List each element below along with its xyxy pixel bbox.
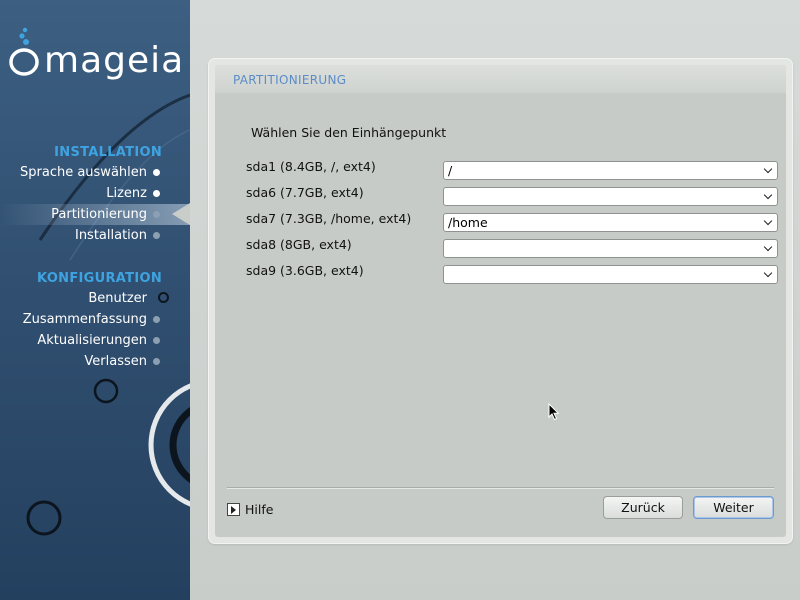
divider: [227, 487, 774, 488]
sidebar-item-installation[interactable]: Installation: [0, 225, 190, 246]
mount-point-select[interactable]: [443, 239, 778, 258]
status-dot-icon: [153, 337, 160, 344]
chevron-down-icon: [763, 190, 773, 200]
next-button[interactable]: Weiter: [693, 496, 774, 519]
page-title: PARTITIONIERUNG: [233, 73, 347, 87]
section-title-konfiguration: KONFIGURATION: [37, 271, 162, 286]
mount-point-select[interactable]: [443, 187, 778, 206]
status-dot-icon: [153, 190, 160, 197]
mount-point-select[interactable]: /home: [443, 213, 778, 232]
sidebar-item-benutzer[interactable]: Benutzer: [0, 288, 190, 309]
partition-label: sda8 (8GB, ext4): [246, 237, 352, 252]
active-pointer-icon: [172, 203, 190, 225]
sidebar-item-label: Verlassen: [84, 354, 147, 369]
sidebar-item-label: Installation: [74, 228, 147, 243]
sidebar-item-label: Partitionierung: [51, 207, 147, 222]
sidebar-item-partitionierung[interactable]: Partitionierung: [0, 204, 190, 225]
play-triangle-icon: [227, 503, 240, 516]
sidebar-item-label: Benutzer: [88, 291, 147, 306]
back-button[interactable]: Zurück: [603, 496, 683, 519]
sidebar-item-sprache[interactable]: Sprache auswählen: [0, 162, 190, 183]
chevron-down-icon: [763, 268, 773, 278]
partition-label: sda6 (7.7GB, ext4): [246, 185, 364, 200]
sidebar-item-label: Sprache auswählen: [20, 165, 147, 180]
logo-text: mageia: [44, 40, 185, 81]
section-title-installation: INSTALLATION: [54, 145, 162, 160]
mount-point-select[interactable]: /: [443, 161, 778, 180]
status-dot-icon: [153, 358, 160, 365]
sidebar-item-aktualisierungen[interactable]: Aktualisierungen: [0, 330, 190, 351]
select-value: /home: [448, 215, 488, 230]
help-button[interactable]: Hilfe: [227, 502, 273, 517]
status-dot-icon: [153, 169, 160, 176]
main-panel: PARTITIONIERUNG Wählen Sie den Einhängep…: [209, 59, 792, 543]
partition-label: sda1 (8.4GB, /, ext4): [246, 159, 376, 174]
sidebar-item-lizenz[interactable]: Lizenz: [0, 183, 190, 204]
sidebar-item-label: Aktualisierungen: [37, 333, 147, 348]
sidebar: mageia INSTALLATION Sprache auswählen Li…: [0, 0, 190, 600]
ring-icon: [158, 292, 169, 303]
status-dot-icon: [153, 232, 160, 239]
panel-content: PARTITIONIERUNG Wählen Sie den Einhängep…: [215, 65, 786, 537]
help-label: Hilfe: [245, 502, 274, 517]
chevron-down-icon: [763, 216, 773, 226]
status-dot-icon: [153, 316, 160, 323]
sidebar-item-label: Lizenz: [106, 186, 147, 201]
chevron-down-icon: [763, 242, 773, 252]
select-value: /: [448, 163, 453, 178]
sidebar-item-label: Zusammenfassung: [22, 312, 147, 327]
partition-label: sda7 (7.3GB, /home, ext4): [246, 211, 412, 226]
partition-label: sda9 (3.6GB, ext4): [246, 263, 364, 278]
mouse-cursor-icon: [548, 403, 560, 421]
chevron-down-icon: [763, 164, 773, 174]
sidebar-item-zusammenfassung[interactable]: Zusammenfassung: [0, 309, 190, 330]
mount-point-select[interactable]: [443, 265, 778, 284]
sidebar-item-verlassen[interactable]: Verlassen: [0, 351, 190, 372]
instruction-text: Wählen Sie den Einhängepunkt: [251, 125, 447, 140]
status-dot-icon: [153, 211, 160, 218]
